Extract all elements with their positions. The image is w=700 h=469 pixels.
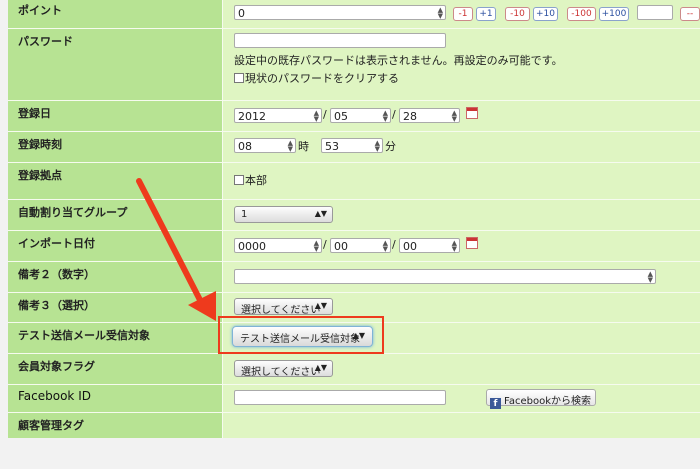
reg-time-hour-input[interactable]: 08 ▲ ▼ bbox=[234, 138, 296, 153]
location-checkbox-honbu[interactable]: 本部 bbox=[234, 172, 267, 188]
import-date-month-input[interactable]: 00 ▲ ▼ bbox=[330, 238, 391, 253]
label-note3: 備考３（選択） bbox=[8, 293, 223, 322]
label-facebook-id: Facebook ID bbox=[8, 385, 223, 412]
import-date-day-input[interactable]: 00 ▲ ▼ bbox=[399, 238, 460, 253]
row-import-date: インポート日付 0000 ▲ ▼ / 00 ▲ ▼ / 00 ▲ ▼ bbox=[8, 231, 700, 262]
points-extra-button[interactable]: -- bbox=[680, 7, 700, 21]
label-test-mail: テスト送信メール受信対象 bbox=[8, 323, 223, 353]
date-separator: / bbox=[392, 238, 396, 251]
date-separator: / bbox=[323, 238, 327, 251]
spinner-icon[interactable]: ▲ ▼ bbox=[438, 7, 443, 20]
points-plus-100-button[interactable]: +100 bbox=[599, 7, 629, 21]
date-separator: / bbox=[392, 108, 396, 121]
row-password: パスワード 設定中の既存パスワードは表示されません。再設定のみ可能です。 現状の… bbox=[8, 29, 700, 101]
member-flag-select[interactable]: 選択してください ▲▼ bbox=[234, 360, 333, 378]
row-customer-tag: 顧客管理タグ bbox=[8, 413, 700, 438]
row-reg-location: 登録拠点 本部 bbox=[8, 163, 700, 200]
password-input[interactable] bbox=[234, 33, 446, 48]
arrow-icon: ▲▼ bbox=[314, 363, 327, 372]
points-minus-1-button[interactable]: -1 bbox=[453, 7, 473, 21]
facebook-search-button[interactable]: f Facebookから検索 bbox=[486, 389, 596, 409]
reg-date-month-input[interactable]: 05 ▲ ▼ bbox=[330, 108, 391, 123]
points-input[interactable]: 0 ▲ ▼ bbox=[234, 5, 446, 20]
calendar-icon[interactable] bbox=[466, 237, 478, 249]
password-note: 設定中の既存パスワードは表示されません。再設定のみ可能です。 bbox=[234, 54, 563, 67]
row-reg-date: 登録日 2012 ▲ ▼ / 05 ▲ ▼ / 28 ▲ ▼ bbox=[8, 101, 700, 132]
member-edit-form: ポイント 0 ▲ ▼ -1 +1 -10 +10 -100 +100 -- パスワー… bbox=[8, 0, 700, 438]
date-separator: / bbox=[323, 108, 327, 121]
label-auto-group: 自動割り当てグループ bbox=[8, 200, 223, 230]
import-date-year-input[interactable]: 0000 ▲ ▼ bbox=[234, 238, 322, 253]
label-customer-tag: 顧客管理タグ bbox=[8, 413, 223, 438]
hour-unit: 時 bbox=[298, 140, 309, 153]
points-minus-100-button[interactable]: -100 bbox=[567, 7, 596, 21]
row-facebook-id: Facebook ID f Facebookから検索 bbox=[8, 385, 700, 413]
note3-select[interactable]: 選択してください ▲▼ bbox=[234, 298, 333, 316]
label-points: ポイント bbox=[8, 0, 223, 28]
arrow-icon: ▲▼ bbox=[352, 331, 365, 340]
label-import-date: インポート日付 bbox=[8, 231, 223, 261]
reg-time-minute-input[interactable]: 53 ▲ ▼ bbox=[321, 138, 383, 153]
row-member-flag: 会員対象フラグ 選択してください ▲▼ bbox=[8, 354, 700, 385]
label-password: パスワード bbox=[8, 29, 223, 100]
label-reg-time: 登録時刻 bbox=[8, 132, 223, 162]
label-note2: 備考２（数字） bbox=[8, 262, 223, 292]
calendar-icon[interactable] bbox=[466, 107, 478, 119]
row-note2: 備考２（数字） ▲ ▼ bbox=[8, 262, 700, 293]
points-plus-10-button[interactable]: +10 bbox=[533, 7, 558, 21]
points-minus-10-button[interactable]: -10 bbox=[505, 7, 530, 21]
auto-group-select[interactable]: 1 ▲▼ bbox=[234, 206, 333, 223]
label-member-flag: 会員対象フラグ bbox=[8, 354, 223, 384]
facebook-icon: f bbox=[490, 398, 501, 409]
test-mail-select[interactable]: テスト送信メール受信対象 ▲▼ bbox=[232, 326, 373, 347]
facebook-id-input[interactable] bbox=[234, 390, 446, 405]
row-auto-group: 自動割り当てグループ 1 ▲▼ bbox=[8, 200, 700, 231]
minute-unit: 分 bbox=[385, 140, 396, 153]
arrow-icon: ▲▼ bbox=[314, 209, 327, 218]
row-points: ポイント 0 ▲ ▼ -1 +1 -10 +10 -100 +100 -- bbox=[8, 0, 700, 29]
password-clear-checkbox[interactable]: 現状のパスワードをクリアする bbox=[234, 70, 399, 86]
reg-date-year-input[interactable]: 2012 ▲ ▼ bbox=[234, 108, 322, 123]
row-reg-time: 登録時刻 08 ▲ ▼ 時 53 ▲ ▼ 分 bbox=[8, 132, 700, 163]
label-reg-location: 登録拠点 bbox=[8, 163, 223, 199]
label-reg-date: 登録日 bbox=[8, 101, 223, 131]
note2-input[interactable]: ▲ ▼ bbox=[234, 269, 656, 284]
points-plus-1-button[interactable]: +1 bbox=[476, 7, 496, 21]
points-custom-input[interactable] bbox=[637, 5, 673, 20]
arrow-icon: ▲▼ bbox=[314, 301, 327, 310]
reg-date-day-input[interactable]: 28 ▲ ▼ bbox=[399, 108, 460, 123]
